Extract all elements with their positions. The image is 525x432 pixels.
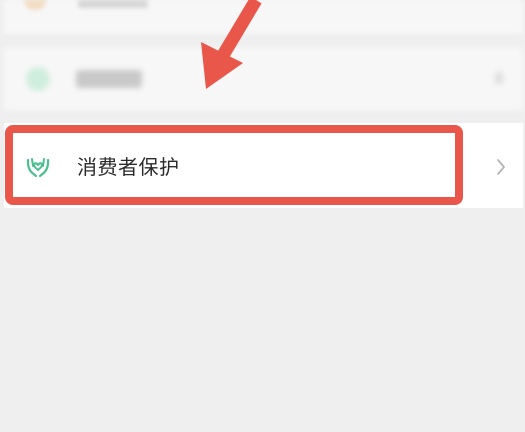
- settings-screen: 消费者保护: [0, 0, 525, 432]
- blurred-icon: [24, 0, 46, 10]
- chevron-right-icon: [493, 156, 509, 178]
- blurred-label: [76, 70, 142, 88]
- blurred-list-item: [4, 48, 523, 110]
- blurred-icon: [26, 67, 50, 91]
- blurred-label: [78, 0, 148, 8]
- list-item-consumer-protection[interactable]: 消费者保护: [4, 123, 523, 208]
- list-item-label: 消费者保护: [77, 155, 180, 179]
- blurred-chevron-icon: [495, 72, 503, 84]
- blurred-list-item-top: [4, 0, 523, 34]
- cupped-hands-icon: [25, 154, 51, 180]
